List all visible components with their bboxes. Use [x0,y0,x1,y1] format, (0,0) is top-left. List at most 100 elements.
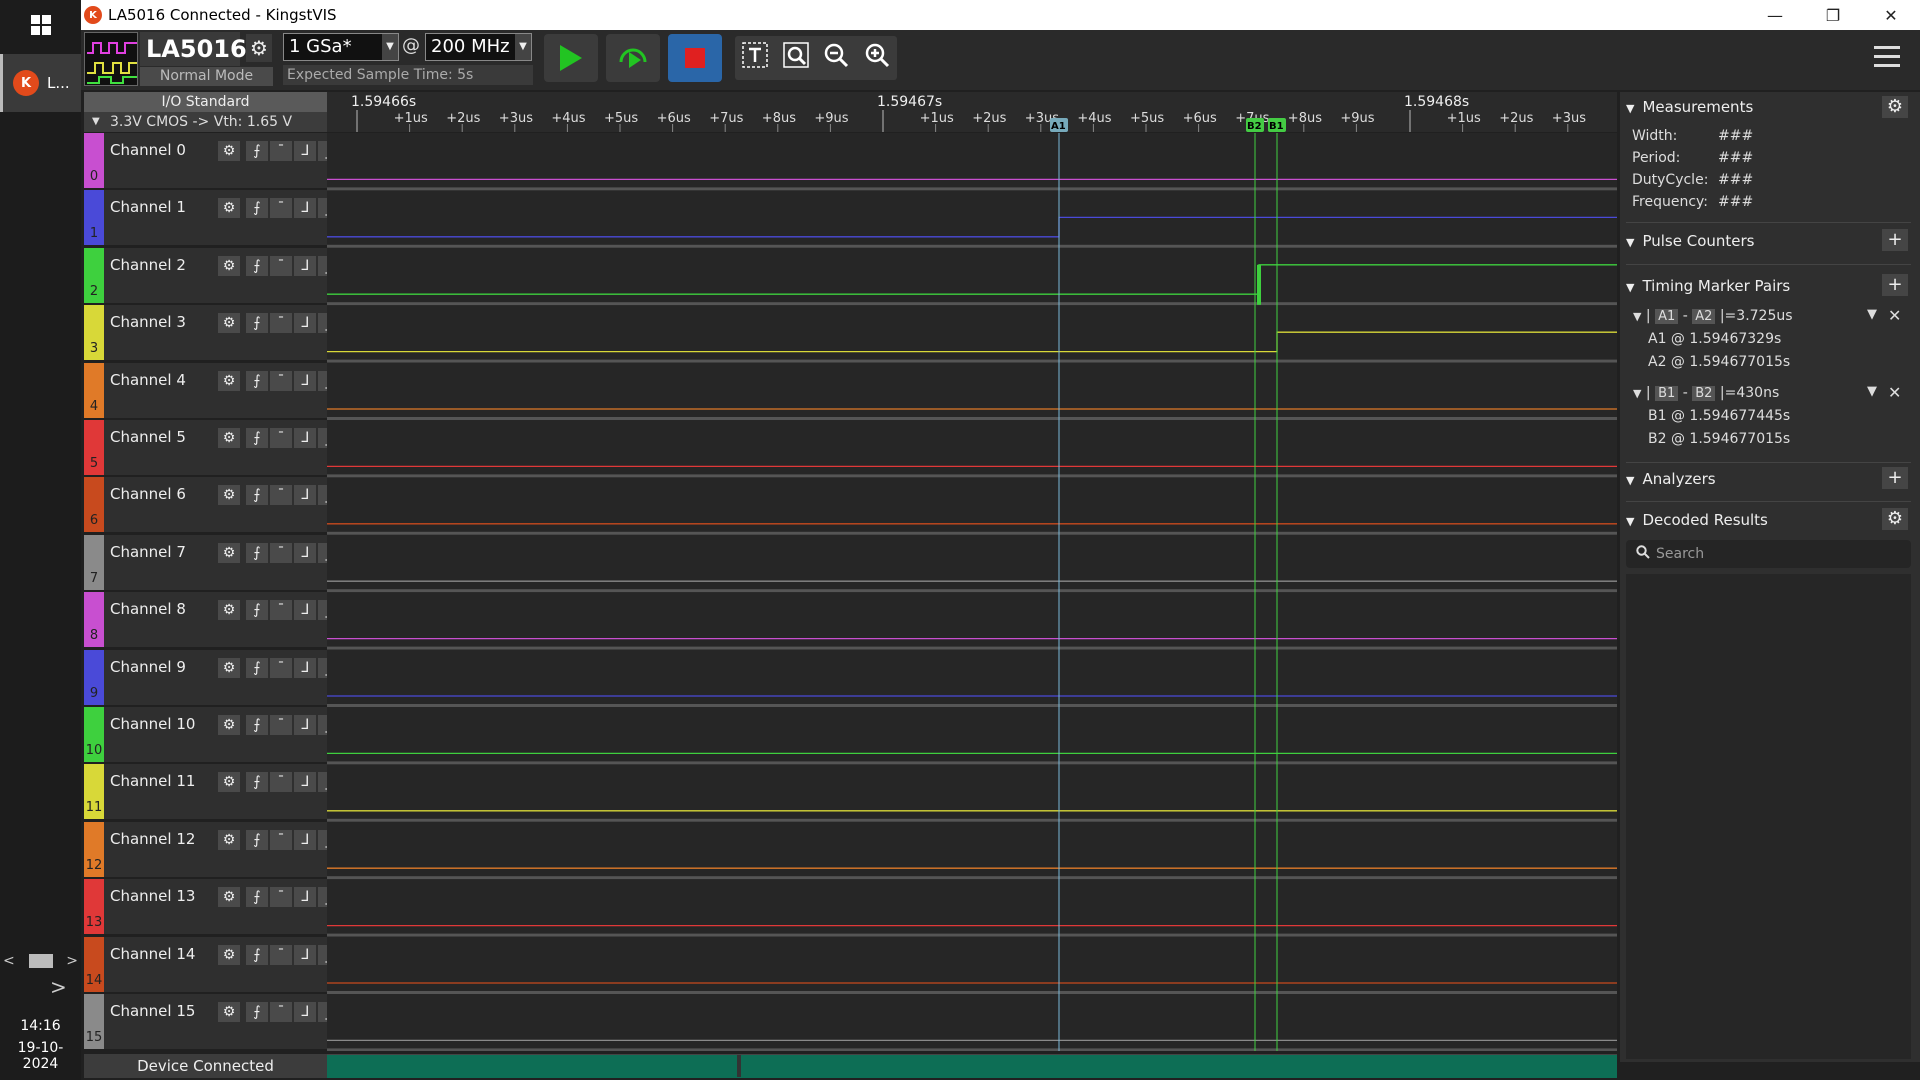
trigger-rising-edge-icon[interactable]: ⨍ [246,1002,268,1022]
trigger-high-level-icon[interactable]: ¯ [270,944,292,965]
channel-settings-gear-icon[interactable]: ⚙ [218,715,240,735]
measurements-settings-gear-icon[interactable]: ⚙ [1882,96,1908,118]
trigger-high-level-icon[interactable]: ¯ [270,542,292,563]
channel-settings-gear-icon[interactable]: ⚙ [218,829,240,850]
channel-row[interactable]: 1Channel 1⚙⨍¯ᒧ_ [84,190,340,246]
channel-name[interactable]: Channel 15 [110,1002,195,1020]
device-mode[interactable]: Normal Mode [140,67,273,86]
channel-settings-gear-icon[interactable]: ⚙ [218,887,240,908]
trigger-high-level-icon[interactable]: ¯ [270,198,292,219]
add-timing-pair-plus-icon[interactable]: + [1882,274,1908,296]
waveform-area[interactable] [327,133,1617,1051]
trigger-rising-edge-icon[interactable]: ⨍ [246,887,268,908]
trigger-high-level-icon[interactable]: ¯ [270,1002,292,1022]
channel-settings-gear-icon[interactable]: ⚙ [218,1002,240,1022]
channel-name[interactable]: Channel 10 [110,715,195,733]
channel-name[interactable]: Channel 2 [110,256,186,274]
trigger-falling-edge-icon[interactable]: ᒧ [294,313,316,334]
channel-name[interactable]: Channel 7 [110,543,186,561]
trigger-rising-edge-icon[interactable]: ⨍ [246,944,268,965]
channel-settings-gear-icon[interactable]: ⚙ [218,428,240,448]
channel-settings-gear-icon[interactable]: ⚙ [218,198,240,219]
decoded-results-header[interactable]: ▼ Decoded Results [1626,511,1768,529]
channel-row[interactable]: 3Channel 3⚙⨍¯ᒧ_ [84,305,340,361]
trigger-high-level-icon[interactable]: ¯ [270,715,292,735]
collapse-triangle-icon[interactable]: ▼ [1633,387,1641,400]
frequency-select[interactable]: 200 MHz ▼ [425,33,532,61]
collapse-triangle-icon[interactable]: ▼ [1626,515,1634,528]
collapse-triangle-icon[interactable]: ▼ [1626,102,1634,115]
channel-name[interactable]: Channel 11 [110,772,195,790]
trigger-falling-edge-icon[interactable]: ᒧ [294,370,316,391]
channel-row[interactable]: 5Channel 5⚙⨍¯ᒧ_ [84,420,340,475]
trigger-falling-edge-icon[interactable]: ᒧ [294,715,316,735]
channel-row[interactable]: 6Channel 6⚙⨍¯ᒧ_ [84,477,340,533]
trigger-falling-edge-icon[interactable]: ᒧ [294,772,316,793]
scroll-thumb[interactable] [28,954,53,968]
channel-row[interactable]: 9Channel 9⚙⨍¯ᒧ_ [84,649,340,705]
channel-row[interactable]: 0Channel 0⚙⨍¯ᒧ_ [84,133,340,188]
channel-row[interactable]: 2Channel 2⚙⨍¯ᒧ_ [84,247,340,303]
timing-marker-flag[interactable]: B2 [1246,118,1264,132]
start-button[interactable] [544,34,598,82]
collapse-triangle-icon[interactable]: ▼ [1626,281,1634,294]
trigger-rising-edge-icon[interactable]: ⨍ [246,657,268,678]
timing-marker-pairs-header[interactable]: ▼ Timing Marker Pairs [1626,277,1790,295]
trigger-falling-edge-icon[interactable]: ᒧ [294,198,316,219]
measurements-header[interactable]: ▼ Measurements [1626,98,1753,116]
trigger-rising-edge-icon[interactable]: ⨍ [246,542,268,563]
trigger-rising-edge-icon[interactable]: ⨍ [246,313,268,334]
collapse-triangle-icon[interactable]: ▼ [1626,236,1634,249]
trigger-falling-edge-icon[interactable]: ᒧ [294,1002,316,1022]
remove-pair-close-icon[interactable]: ✕ [1888,306,1901,325]
stop-button[interactable] [668,34,722,82]
remove-pair-close-icon[interactable]: ✕ [1888,383,1901,402]
trigger-falling-edge-icon[interactable]: ᒧ [294,829,316,850]
channel-name[interactable]: Channel 12 [110,830,195,848]
zoom-fit-icon[interactable] [783,42,809,74]
timeline-scrollbar[interactable] [327,1054,1617,1078]
trigger-high-level-icon[interactable]: ¯ [270,657,292,678]
decoded-search-input[interactable]: Search [1626,540,1911,568]
sample-rate-select[interactable]: 1 GSa* ▼ [283,33,399,61]
zoom-in-icon[interactable] [864,42,890,74]
timing-pair-a[interactable]: ▼ | A1 - A2 |=3.725us [1633,308,1793,324]
channel-row[interactable]: 14Channel 14⚙⨍¯ᒧ_ [84,936,340,992]
channel-name[interactable]: Channel 6 [110,485,186,503]
analyzers-header[interactable]: ▼ Analyzers [1626,470,1716,488]
channel-name[interactable]: Channel 4 [110,371,186,389]
trigger-rising-edge-icon[interactable]: ⨍ [246,772,268,793]
dropdown-arrow-icon[interactable]: ▼ [382,34,398,60]
text-tool-icon[interactable] [742,42,768,74]
trigger-high-level-icon[interactable]: ¯ [270,370,292,391]
add-pulse-counter-plus-icon[interactable]: + [1882,229,1908,251]
collapse-triangle-icon[interactable]: ▼ [92,112,100,132]
trigger-falling-edge-icon[interactable]: ᒧ [294,944,316,965]
channel-row[interactable]: 13Channel 13⚙⨍¯ᒧ_ [84,879,340,935]
trigger-high-level-icon[interactable]: ¯ [270,255,292,276]
collapse-triangle-icon[interactable]: ▼ [1633,310,1641,323]
channel-row[interactable]: 12Channel 12⚙⨍¯ᒧ_ [84,821,340,877]
pulse-counters-header[interactable]: ▼ Pulse Counters [1626,232,1755,250]
scroll-left-icon[interactable]: < [3,953,15,969]
channel-settings-gear-icon[interactable]: ⚙ [218,370,240,391]
channel-settings-gear-icon[interactable]: ⚙ [218,657,240,678]
trigger-rising-edge-icon[interactable]: ⨍ [246,485,268,506]
windows-start-icon[interactable] [0,0,81,50]
trigger-falling-edge-icon[interactable]: ᒧ [294,428,316,448]
trigger-rising-edge-icon[interactable]: ⨍ [246,715,268,735]
taskbar-app-kingstvis[interactable]: K L... [0,54,81,112]
trigger-rising-edge-icon[interactable]: ⨍ [246,255,268,276]
channel-settings-gear-icon[interactable]: ⚙ [218,141,240,161]
trigger-high-level-icon[interactable]: ¯ [270,772,292,793]
add-analyzer-plus-icon[interactable]: + [1882,467,1908,489]
channel-settings-gear-icon[interactable]: ⚙ [218,944,240,965]
channel-settings-gear-icon[interactable]: ⚙ [218,772,240,793]
trigger-high-level-icon[interactable]: ¯ [270,600,292,621]
trigger-high-level-icon[interactable]: ¯ [270,313,292,334]
channel-name[interactable]: Channel 5 [110,428,186,446]
pin-icon[interactable]: ▼ [1867,384,1877,399]
timing-marker-flag[interactable]: A1 [1050,118,1068,132]
trigger-falling-edge-icon[interactable]: ᒧ [294,657,316,678]
trigger-falling-edge-icon[interactable]: ᒧ [294,485,316,506]
